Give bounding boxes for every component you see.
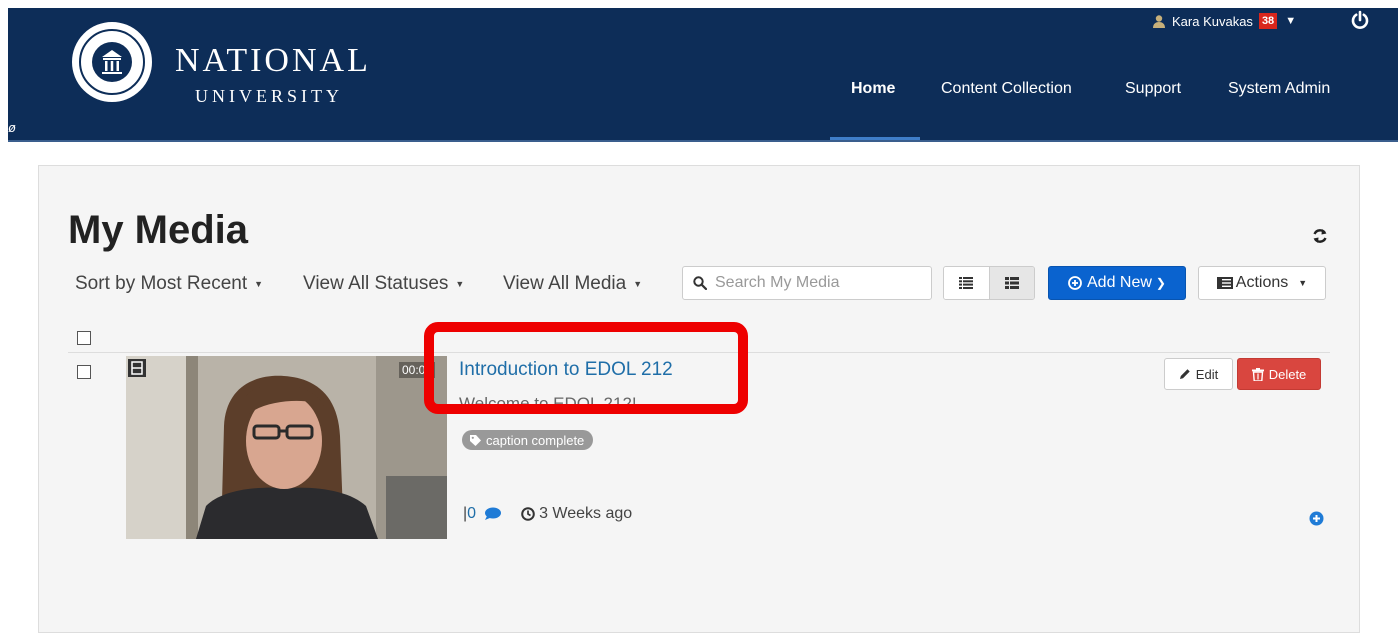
- nav-system-admin[interactable]: System Admin: [1228, 80, 1330, 98]
- status-filter-dropdown[interactable]: View All Statuses ▼: [303, 272, 464, 296]
- annotation-highlight-box: [424, 322, 748, 414]
- caret-down-icon: ▼: [455, 279, 465, 289]
- logo-subtitle: UNIVERSITY: [195, 86, 343, 106]
- comment-icon[interactable]: [484, 507, 502, 521]
- comment-count[interactable]: 0: [467, 505, 476, 523]
- add-new-label: Add New: [1087, 274, 1152, 291]
- detailed-view-icon: [1004, 277, 1019, 289]
- view-mode-toggle: [943, 266, 1035, 300]
- media-meta: | 0 3 Weeks ago: [463, 505, 632, 523]
- page-title: My Media: [68, 208, 249, 252]
- detailed-view-button[interactable]: [988, 267, 1034, 299]
- plus-circle-icon: [1068, 276, 1082, 290]
- edit-label: Edit: [1195, 366, 1219, 382]
- edit-pencil-icon[interactable]: ø: [8, 120, 20, 135]
- delete-label: Delete: [1268, 366, 1307, 382]
- status-filter-label: View All Statuses: [303, 273, 449, 294]
- caret-down-icon: ▼: [633, 279, 643, 289]
- search-input[interactable]: [715, 274, 915, 292]
- actions-dropdown[interactable]: Actions ▼: [1198, 266, 1326, 300]
- active-nav-indicator: [830, 137, 920, 140]
- university-seal-logo[interactable]: [70, 20, 154, 104]
- select-all-checkbox[interactable]: [77, 331, 91, 345]
- notification-badge: 38: [1258, 13, 1278, 29]
- refresh-icon[interactable]: [1311, 227, 1329, 245]
- thumbnail-image: [126, 356, 447, 539]
- pencil-icon: [1179, 369, 1190, 379]
- video-thumbnail[interactable]: [126, 356, 447, 539]
- caret-down-icon: ▼: [1285, 15, 1297, 27]
- media-filter-dropdown[interactable]: View All Media ▼: [503, 272, 642, 296]
- media-filter-label: View All Media: [503, 273, 627, 294]
- delete-button[interactable]: Delete: [1237, 358, 1321, 390]
- video-type-icon: [128, 359, 146, 377]
- actions-label: Actions: [1235, 274, 1289, 291]
- search-icon: [693, 276, 707, 290]
- page: NATIONAL UNIVERSITY Kara Kuvakas 38 ▼ Ho…: [0, 0, 1398, 633]
- actions-list-icon: [1216, 277, 1233, 289]
- nav-content-collection[interactable]: Content Collection: [941, 80, 1072, 98]
- media-age: 3 Weeks ago: [539, 505, 633, 522]
- user-icon: [1153, 15, 1165, 28]
- edit-button[interactable]: Edit: [1164, 358, 1233, 390]
- nav-support[interactable]: Support: [1125, 80, 1181, 98]
- user-menu[interactable]: Kara Kuvakas 38 ▼: [1152, 11, 1296, 31]
- list-view-button[interactable]: [944, 267, 989, 299]
- tag-icon: [470, 434, 481, 446]
- sort-label: Sort by Most Recent: [75, 273, 248, 294]
- chevron-down-icon: ❯: [1155, 276, 1166, 290]
- caret-down-icon: ▼: [1298, 278, 1308, 288]
- expand-plus-icon[interactable]: [1309, 511, 1324, 526]
- search-box: [682, 266, 932, 300]
- add-new-button[interactable]: Add New ❯: [1048, 266, 1186, 300]
- clock-icon: [521, 507, 535, 521]
- building-icon: [102, 50, 122, 74]
- nav-home[interactable]: Home: [851, 80, 895, 98]
- caption-tag[interactable]: caption complete: [462, 430, 594, 450]
- logo-name: NATIONAL: [175, 42, 371, 79]
- user-name: Kara Kuvakas: [1172, 13, 1253, 29]
- tag-label: caption complete: [486, 432, 585, 448]
- caret-down-icon: ▼: [254, 279, 264, 289]
- header-divider: [8, 140, 1398, 142]
- row-checkbox[interactable]: [77, 365, 91, 379]
- power-icon[interactable]: [1350, 10, 1370, 30]
- sort-dropdown[interactable]: Sort by Most Recent ▼: [75, 272, 263, 296]
- trash-icon: [1251, 367, 1264, 381]
- list-view-icon: [959, 277, 974, 289]
